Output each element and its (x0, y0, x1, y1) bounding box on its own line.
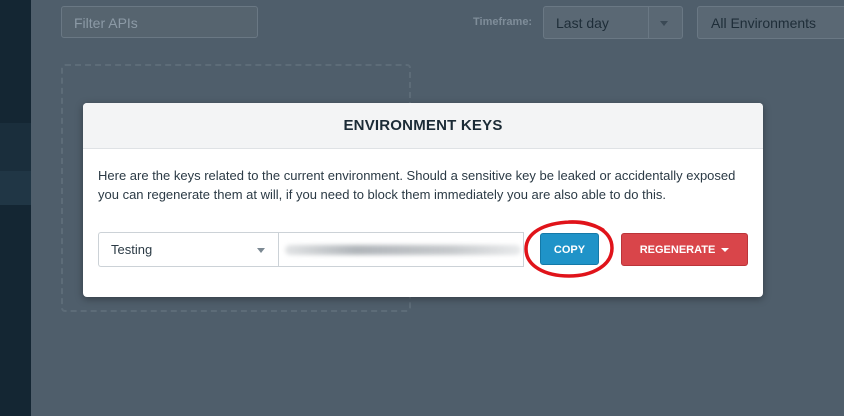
sidebar-item[interactable] (0, 123, 31, 171)
regenerate-button-label: REGENERATE (639, 244, 716, 256)
modal-header: ENVIRONMENT KEYS (83, 103, 763, 149)
timeframe-value: Last day (556, 15, 609, 31)
environment-select[interactable]: Testing (98, 232, 278, 267)
key-row: Testing COPY REGENERATE (98, 232, 748, 267)
timeframe-label: Timeframe: (473, 16, 533, 28)
environment-filter-select[interactable]: All Environments (697, 6, 844, 39)
redacted-key (285, 245, 521, 255)
modal-title: ENVIRONMENT KEYS (343, 117, 503, 134)
app-sidebar (0, 0, 31, 416)
caret-down-icon (721, 248, 730, 253)
modal-description: Here are the keys related to the current… (98, 168, 736, 202)
environment-keys-modal: ENVIRONMENT KEYS Here are the keys relat… (83, 103, 763, 297)
environment-filter-value: All Environments (711, 15, 817, 31)
chevron-down-icon (257, 248, 265, 253)
chevron-down-icon (660, 21, 668, 26)
regenerate-button[interactable]: REGENERATE (621, 233, 748, 266)
timeframe-select[interactable]: Last day (543, 6, 683, 39)
timeframe-dropdown-toggle[interactable] (648, 7, 682, 38)
environment-select-value: Testing (111, 242, 153, 257)
copy-button[interactable]: COPY (540, 233, 599, 265)
filter-apis-input[interactable]: Filter APIs (61, 6, 258, 38)
sidebar-item-active[interactable] (0, 171, 31, 205)
api-key-field[interactable] (278, 232, 524, 267)
